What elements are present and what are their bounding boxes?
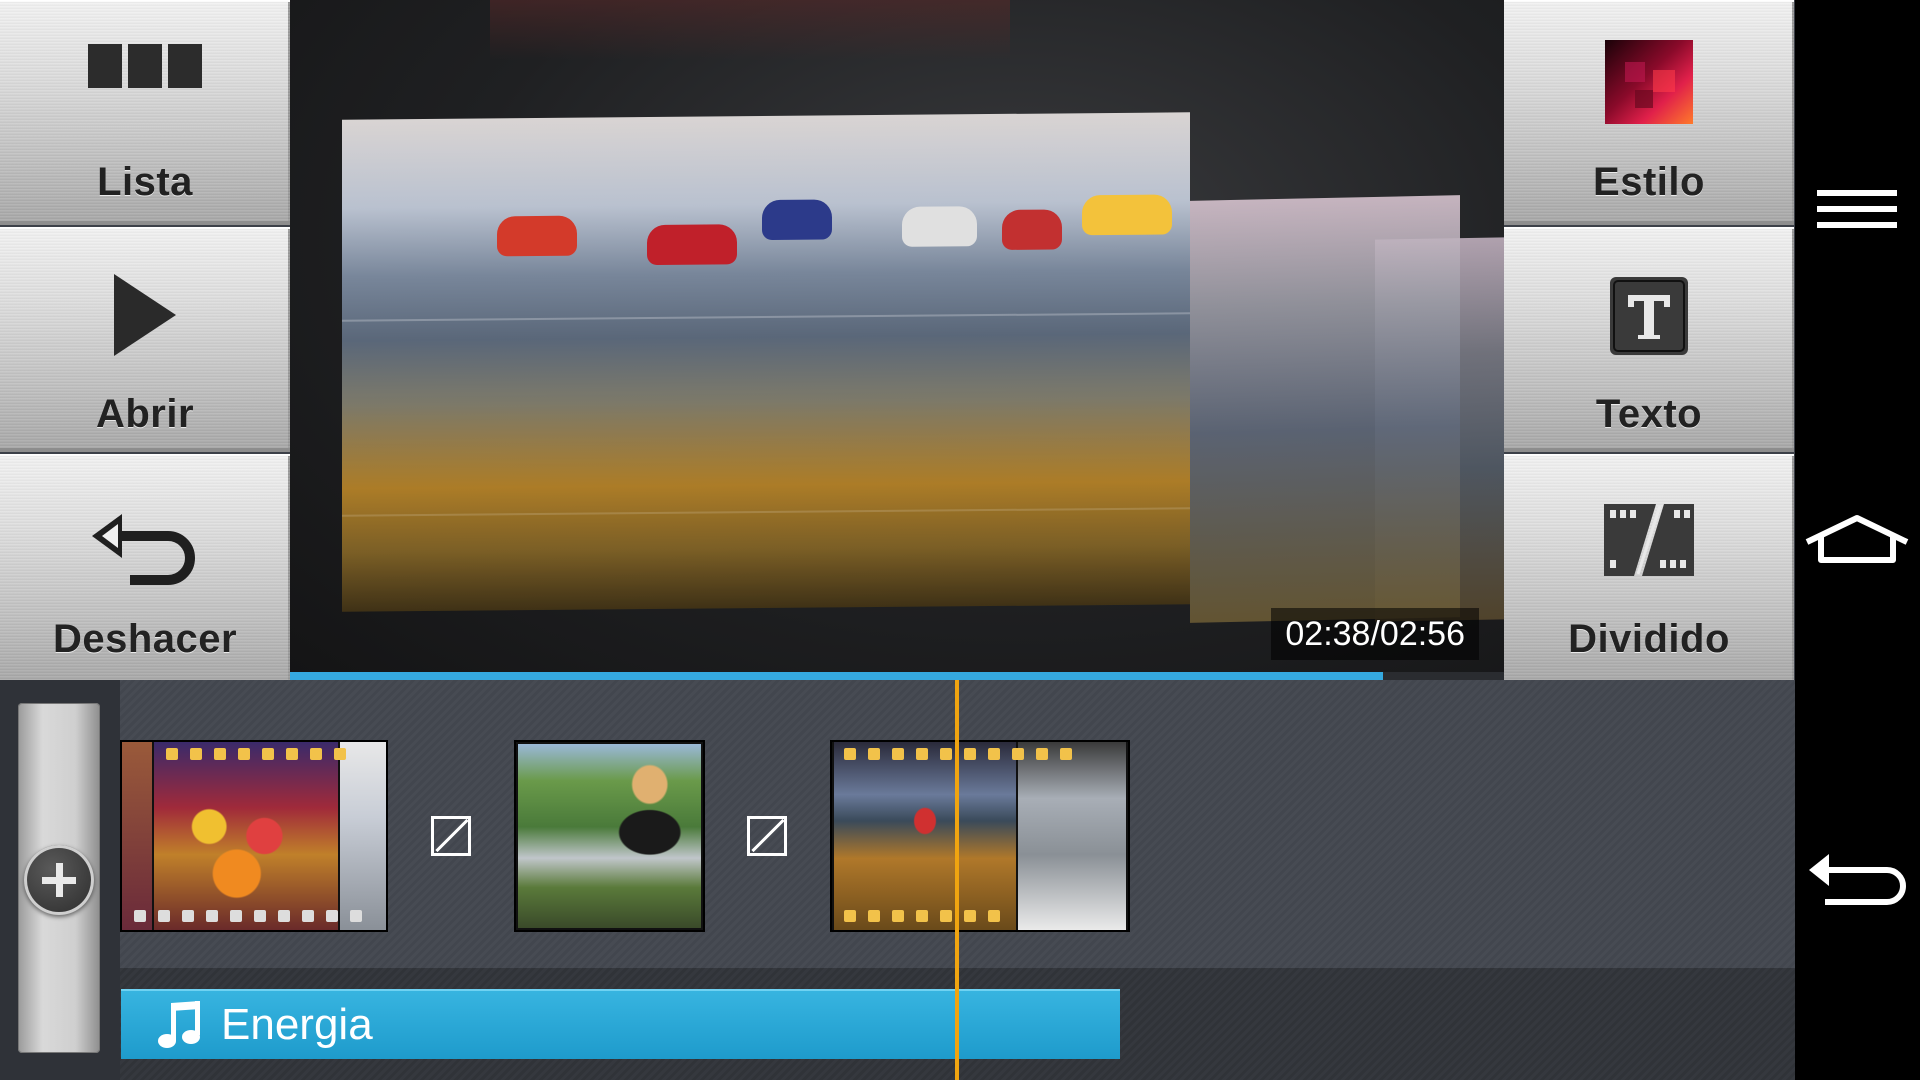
home-icon bbox=[1805, 515, 1909, 563]
playback-progress-track[interactable] bbox=[290, 672, 1504, 680]
right-toolbar: Estilo Texto Dividido bbox=[1504, 0, 1794, 684]
undo-label: Deshacer bbox=[52, 617, 238, 661]
video-editor-app: Lista Abrir Deshacer 02:38/02:56 Estilo … bbox=[0, 0, 1795, 1080]
film-sprockets bbox=[154, 748, 386, 762]
menu-button[interactable] bbox=[1795, 150, 1920, 270]
transition-icon[interactable] bbox=[747, 816, 787, 856]
split-button[interactable]: Dividido bbox=[1504, 454, 1794, 684]
style-button[interactable]: Estilo bbox=[1504, 0, 1794, 225]
bumper-car bbox=[647, 224, 737, 266]
bumper-car bbox=[762, 199, 832, 241]
video-preview[interactable]: 02:38/02:56 bbox=[290, 0, 1504, 680]
timeline-clip-1[interactable] bbox=[120, 740, 388, 932]
timeline-clip-3[interactable] bbox=[830, 740, 1130, 932]
list-icon bbox=[88, 40, 202, 97]
bumper-car bbox=[902, 206, 977, 247]
style-icon bbox=[1605, 40, 1693, 129]
undo-button[interactable]: Deshacer bbox=[0, 454, 290, 684]
left-toolbar: Lista Abrir Deshacer bbox=[0, 0, 290, 684]
split-icon bbox=[1604, 504, 1694, 581]
clip-thumbnail bbox=[1018, 742, 1126, 930]
bumper-car bbox=[497, 215, 577, 257]
text-icon bbox=[1610, 277, 1688, 360]
timeline-clip-2[interactable] bbox=[514, 740, 705, 932]
back-button[interactable] bbox=[1795, 810, 1920, 930]
playback-progress-fill bbox=[290, 672, 1383, 680]
clip-thumbnail bbox=[834, 742, 1016, 930]
film-sprockets bbox=[832, 910, 1128, 924]
transition-icon[interactable] bbox=[431, 816, 471, 856]
bumper-car bbox=[1002, 209, 1062, 250]
home-button[interactable] bbox=[1795, 480, 1920, 600]
open-button[interactable]: Abrir bbox=[0, 227, 290, 452]
preview-frame-main bbox=[342, 112, 1190, 612]
playhead[interactable] bbox=[955, 680, 959, 1080]
play-icon bbox=[110, 272, 180, 363]
bumper-car bbox=[1082, 194, 1172, 236]
list-label: Lista bbox=[97, 160, 193, 204]
clip-thumbnail bbox=[154, 742, 338, 930]
music-note-icon bbox=[157, 1001, 205, 1056]
preview-top-glow bbox=[490, 0, 1010, 60]
floor-edge bbox=[342, 507, 1190, 517]
clip-thumbnail bbox=[340, 742, 386, 930]
text-button[interactable]: Texto bbox=[1504, 227, 1794, 452]
back-icon bbox=[1809, 854, 1906, 905]
clip-thumbnail bbox=[518, 744, 701, 928]
open-label: Abrir bbox=[95, 392, 195, 436]
system-nav-bar bbox=[1795, 0, 1920, 1080]
style-label: Estilo bbox=[1593, 160, 1705, 204]
film-sprockets bbox=[122, 910, 386, 924]
preview-frame-back-1 bbox=[1190, 195, 1460, 623]
music-track-label: Energia bbox=[221, 1000, 373, 1049]
add-clip-button[interactable] bbox=[24, 845, 94, 915]
text-label: Texto bbox=[1595, 392, 1703, 436]
list-button[interactable]: Lista bbox=[0, 0, 290, 225]
menu-icon bbox=[1817, 190, 1897, 228]
time-readout: 02:38/02:56 bbox=[1271, 608, 1479, 660]
split-label: Dividido bbox=[1568, 617, 1730, 661]
music-track[interactable]: Energia bbox=[121, 989, 1120, 1059]
clip-thumbnail bbox=[122, 742, 152, 930]
floor-reflection bbox=[342, 312, 1190, 322]
undo-icon bbox=[90, 506, 200, 591]
film-sprockets bbox=[832, 748, 1128, 762]
